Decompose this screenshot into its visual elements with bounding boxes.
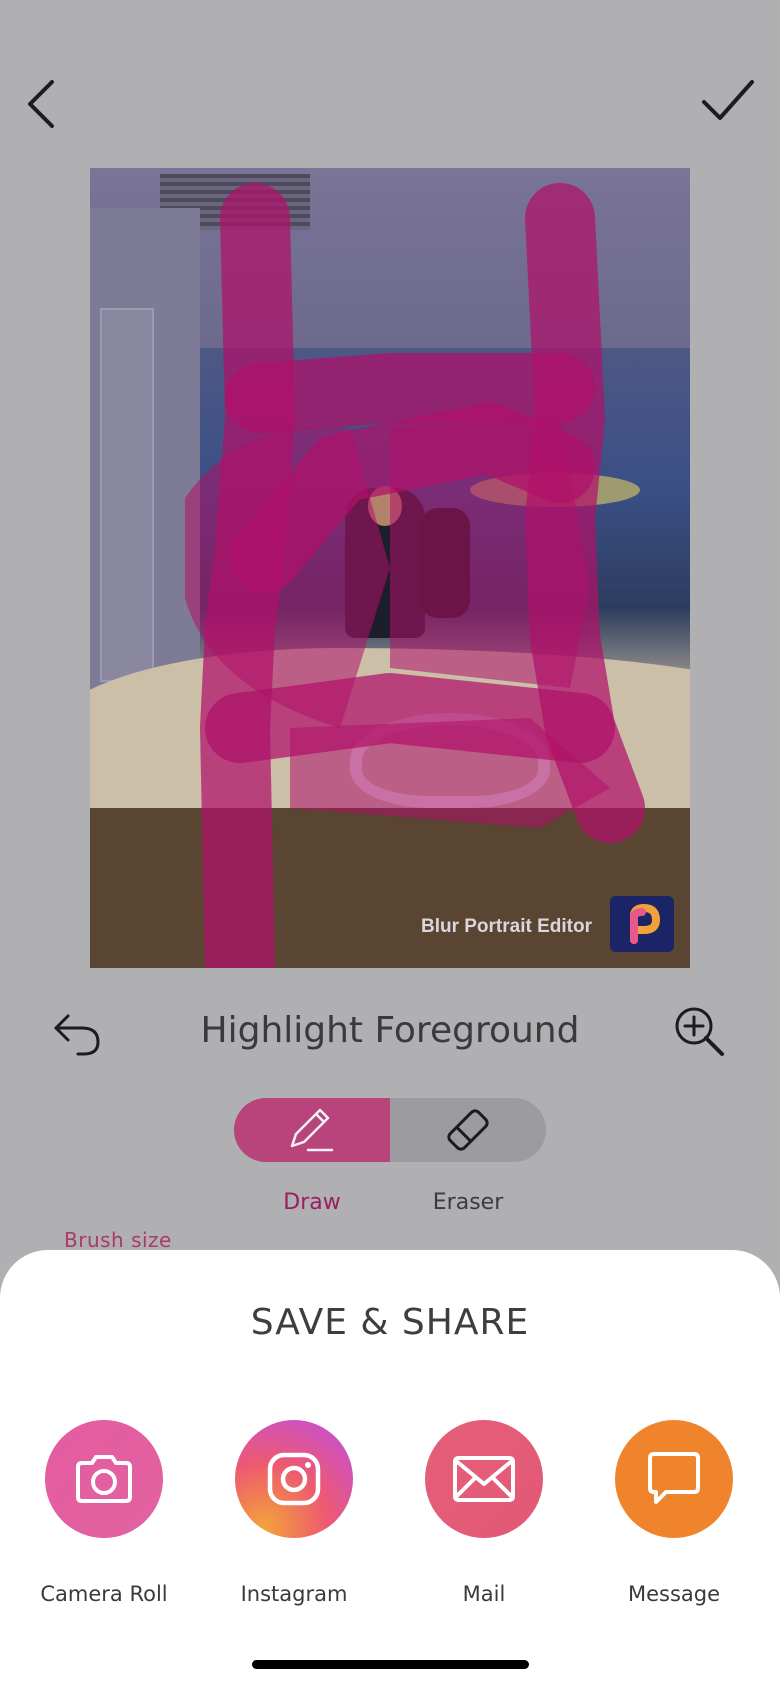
- watermark-text: Blur Portrait Editor: [420, 916, 592, 937]
- share-message[interactable]: Message: [579, 1420, 769, 1620]
- share-mail[interactable]: Mail: [389, 1420, 579, 1620]
- app-logo: [610, 896, 674, 952]
- share-instagram[interactable]: Instagram: [199, 1420, 389, 1620]
- instagram-button[interactable]: [235, 1420, 353, 1538]
- draw-label: Draw: [283, 1190, 341, 1215]
- mail-button[interactable]: [425, 1420, 543, 1538]
- camera-icon: [76, 1455, 132, 1503]
- mail-icon: [453, 1456, 515, 1502]
- mail-label: Mail: [462, 1582, 506, 1606]
- instagram-label: Instagram: [240, 1582, 348, 1606]
- highlight-overlay: [185, 183, 645, 968]
- photo-canvas[interactable]: Blur Portrait Editor: [90, 168, 690, 968]
- pencil-icon: [290, 1108, 334, 1152]
- draw-mode-button[interactable]: [234, 1098, 390, 1162]
- app-logo-icon: [630, 903, 661, 944]
- eraser-label: Eraser: [432, 1190, 504, 1215]
- top-bar: [0, 0, 780, 160]
- chevron-left-icon: [28, 80, 54, 128]
- eraser-icon: [447, 1109, 489, 1151]
- eraser-mode-button[interactable]: [390, 1098, 546, 1162]
- message-button[interactable]: [615, 1420, 733, 1538]
- message-icon: [648, 1452, 700, 1504]
- message-label: Message: [627, 1582, 721, 1606]
- checkmark-icon: [702, 80, 754, 120]
- home-indicator: [252, 1660, 529, 1669]
- zoom-in-icon: [675, 1007, 724, 1056]
- confirm-button[interactable]: [700, 76, 756, 126]
- editor-toolbar: Highlight Foreground: [0, 990, 780, 1070]
- sheet-title: SAVE & SHARE: [250, 1302, 530, 1343]
- instagram-icon: [267, 1452, 321, 1506]
- back-button[interactable]: [22, 72, 62, 132]
- share-camera-roll[interactable]: Camera Roll: [9, 1420, 199, 1620]
- save-share-sheet: SAVE & SHARE Camera Roll Instagram Mail …: [0, 1250, 780, 1688]
- brush-mode-toggle: [234, 1098, 546, 1162]
- brush-size-label: Brush size: [64, 1228, 172, 1252]
- camera-roll-label: Camera Roll: [40, 1582, 168, 1606]
- camera-roll-button[interactable]: [45, 1420, 163, 1538]
- mode-title: Highlight Foreground: [200, 1010, 580, 1051]
- zoom-button[interactable]: [672, 1004, 728, 1060]
